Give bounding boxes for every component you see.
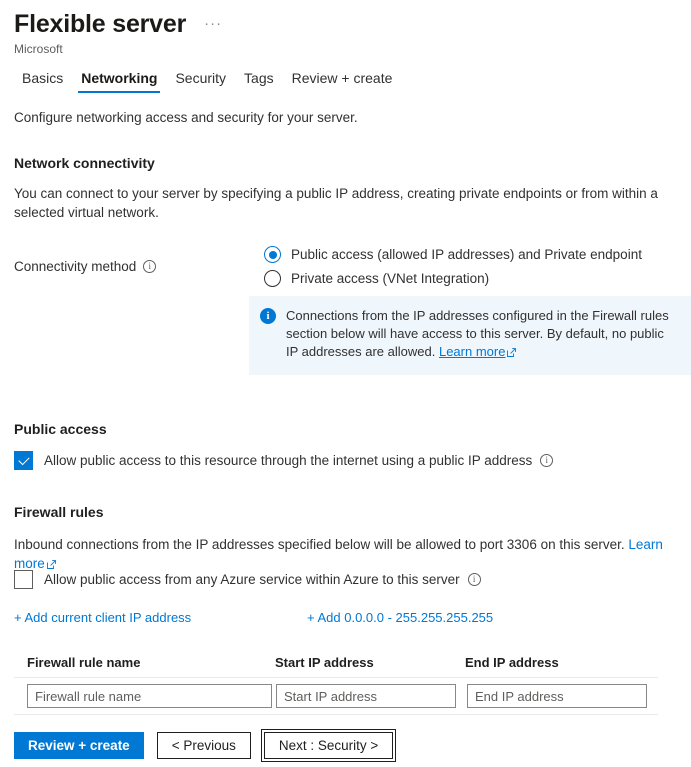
radio-private-access-label: Private access (VNet Integration) [291, 271, 489, 286]
page-title: Flexible server [14, 8, 186, 40]
radio-private-access[interactable]: Private access (VNet Integration) [264, 270, 642, 287]
table-row [14, 677, 658, 715]
allow-public-access-checkbox-row[interactable]: Allow public access to this resource thr… [0, 451, 553, 470]
info-icon[interactable]: i [468, 573, 481, 586]
network-connectivity-description: You can connect to your server by specif… [0, 184, 676, 222]
wizard-tabs: Basics Networking Security Tags Review +… [0, 68, 691, 93]
firewall-add-links: + Add current client IP address + Add 0.… [0, 610, 691, 630]
info-icon[interactable]: i [143, 260, 156, 273]
column-header-end-ip: End IP address [465, 655, 658, 670]
next-security-button[interactable]: Next : Security > [264, 732, 393, 759]
connectivity-method-label-group: Connectivity method i [14, 244, 264, 287]
allow-azure-services-label: Allow public access from any Azure servi… [44, 572, 460, 587]
tab-basics[interactable]: Basics [13, 68, 72, 93]
tab-review-create[interactable]: Review + create [283, 68, 402, 93]
network-connectivity-heading: Network connectivity [0, 155, 691, 171]
firewall-rules-description-group: Inbound connections from the IP addresse… [0, 535, 676, 574]
column-header-start-ip: Start IP address [275, 655, 465, 670]
radio-private-access-indicator[interactable] [264, 270, 281, 287]
publisher-label: Microsoft [0, 41, 691, 57]
info-banner-text-group: Connections from the IP addresses config… [286, 307, 679, 362]
allow-public-access-label-group: Allow public access to this resource thr… [44, 453, 553, 468]
allow-azure-services-checkbox[interactable] [14, 570, 33, 589]
info-banner: i Connections from the IP addresses conf… [249, 296, 691, 375]
firewall-rules-table: Firewall rule name Start IP address End … [14, 655, 658, 715]
external-link-icon[interactable] [507, 344, 516, 362]
review-create-button[interactable]: Review + create [14, 732, 144, 759]
firewall-rules-heading: Firewall rules [0, 504, 103, 520]
info-icon[interactable]: i [540, 454, 553, 467]
firewall-table-header: Firewall rule name Start IP address End … [14, 655, 658, 677]
firewall-rule-name-input[interactable] [27, 684, 272, 708]
tab-networking[interactable]: Networking [72, 68, 166, 93]
tab-security[interactable]: Security [166, 68, 235, 93]
allow-public-access-checkbox[interactable] [14, 451, 33, 470]
allow-azure-services-checkbox-row[interactable]: Allow public access from any Azure servi… [0, 570, 481, 589]
column-header-rule-name: Firewall rule name [27, 655, 275, 670]
wizard-footer: Review + create < Previous Next : Securi… [14, 732, 393, 759]
add-current-client-ip-link[interactable]: + Add current client IP address [14, 610, 191, 625]
previous-button[interactable]: < Previous [157, 732, 251, 759]
radio-public-access-label: Public access (allowed IP addresses) and… [291, 247, 642, 262]
flexible-server-create-page: Flexible server ··· Microsoft Basics Net… [0, 0, 691, 767]
radio-public-access[interactable]: Public access (allowed IP addresses) and… [264, 246, 642, 263]
tab-tags[interactable]: Tags [235, 68, 283, 93]
add-all-ip-range-link[interactable]: + Add 0.0.0.0 - 255.255.255.255 [307, 610, 493, 625]
end-ip-address-input[interactable] [467, 684, 647, 708]
connectivity-method-radio-group: Public access (allowed IP addresses) and… [264, 244, 642, 287]
connectivity-method-label: Connectivity method [14, 259, 136, 274]
allow-public-access-label: Allow public access to this resource thr… [44, 453, 532, 468]
public-access-heading: Public access [0, 421, 107, 437]
info-banner-learn-more-link[interactable]: Learn more [439, 344, 505, 359]
info-filled-icon: i [260, 308, 276, 324]
start-ip-address-input[interactable] [276, 684, 456, 708]
connectivity-method-row: Connectivity method i Public access (all… [0, 244, 691, 287]
page-header: Flexible server ··· [0, 0, 691, 40]
firewall-rules-description: Inbound connections from the IP addresse… [14, 537, 628, 552]
allow-azure-services-label-group: Allow public access from any Azure servi… [44, 572, 481, 587]
more-options-icon[interactable]: ··· [204, 17, 222, 31]
page-intro-text: Configure networking access and security… [0, 110, 691, 125]
radio-public-access-indicator[interactable] [264, 246, 281, 263]
